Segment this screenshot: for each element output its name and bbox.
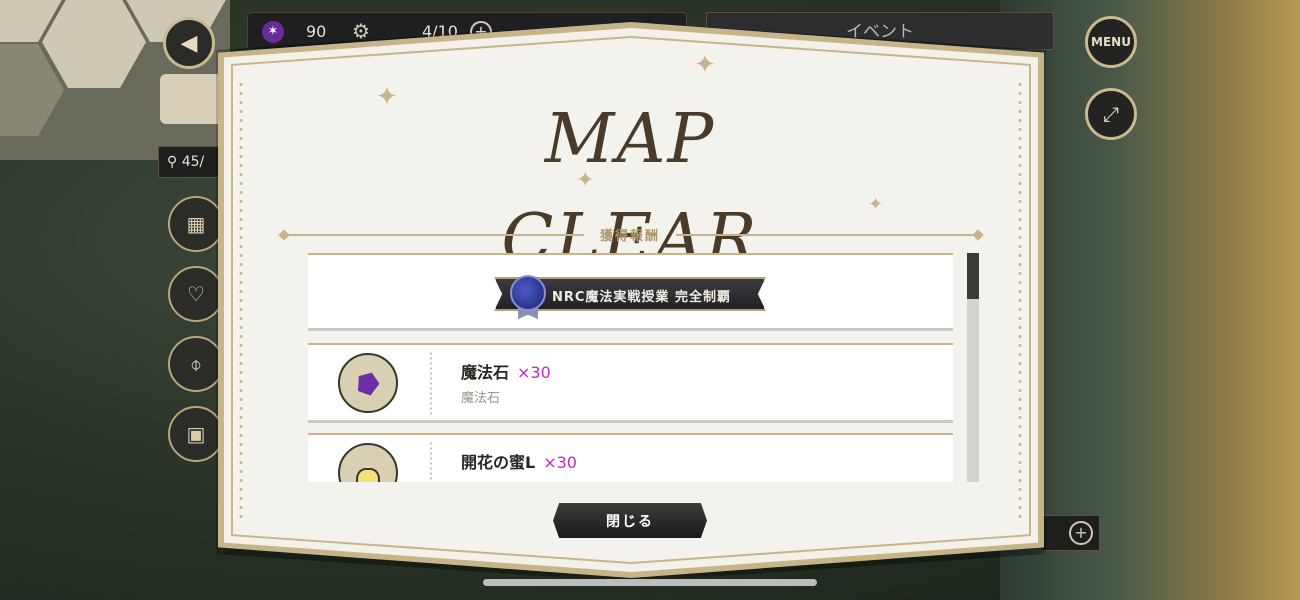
hanger-icon: ♡	[187, 282, 205, 306]
dotted-border-left	[239, 80, 243, 520]
pin-icon: ⚲	[167, 154, 178, 170]
sparkle-icon: ✦	[868, 194, 884, 215]
dotted-border-right	[1018, 80, 1022, 520]
card-button[interactable]: ▦	[168, 196, 224, 252]
close-button[interactable]: 閉じる	[553, 503, 707, 538]
section-label: 獲得報酬	[599, 229, 660, 244]
magic-stone-icon	[338, 353, 398, 413]
hanger-button[interactable]: ♡	[168, 266, 224, 322]
honey-jar-icon	[338, 443, 398, 482]
badge-label: NRC魔法実戦授業 完全制覇	[552, 290, 731, 305]
reward-item: 開花の蜜L ×30	[308, 433, 953, 482]
reward-name-text: 魔法石	[461, 363, 510, 382]
home-indicator[interactable]	[483, 579, 817, 586]
reward-list[interactable]: NRC魔法実戦授業 完全制覇 魔法石 ×30 魔法石 開花の蜜L ×30	[308, 253, 954, 482]
chest-icon: ▣	[186, 422, 206, 446]
modal-title: MAP CLEAR	[501, 100, 759, 279]
mirror-icon: ⌽	[190, 352, 202, 376]
back-icon: ◀	[180, 30, 198, 56]
badge-row: NRC魔法実戦授業 完全制覇	[308, 253, 953, 331]
sparkle-icon: ✦	[376, 82, 398, 112]
back-button[interactable]: ◀	[163, 17, 215, 69]
gear-icon: ⚙	[352, 19, 370, 43]
gem-icon: ✶	[262, 21, 284, 43]
badge-seal-icon	[510, 275, 546, 311]
card-icon: ▦	[186, 212, 206, 236]
reward-quantity: ×30	[543, 453, 577, 472]
item-divider	[430, 441, 432, 482]
progress-counter-value: 45/	[181, 154, 205, 170]
reward-name-text: 開花の蜜L	[461, 453, 536, 472]
item-divider	[430, 351, 432, 415]
expand-icon: ⤢	[1103, 102, 1119, 126]
reward-name: 魔法石 ×30	[461, 359, 551, 383]
section-divider-right	[676, 234, 978, 236]
reward-item: 魔法石 ×30 魔法石	[308, 343, 953, 423]
chest-button[interactable]: ▣	[168, 406, 224, 462]
section-divider-left	[284, 234, 584, 236]
sparkle-icon: ✦	[694, 50, 716, 80]
scrollbar-thumb[interactable]	[967, 253, 979, 299]
plus-icon[interactable]: +	[1069, 521, 1093, 545]
reward-name: 開花の蜜L ×30	[461, 449, 577, 473]
expand-button[interactable]: ⤢	[1085, 88, 1137, 140]
menu-button[interactable]: MENU	[1085, 16, 1137, 68]
mirror-button[interactable]: ⌽	[168, 336, 224, 392]
map-hex[interactable]	[42, 0, 146, 88]
gem-count: 90	[306, 22, 327, 41]
bottom-right-bar: +	[1040, 515, 1100, 551]
reward-description: 魔法石	[461, 391, 501, 406]
reward-quantity: ×30	[517, 363, 551, 382]
